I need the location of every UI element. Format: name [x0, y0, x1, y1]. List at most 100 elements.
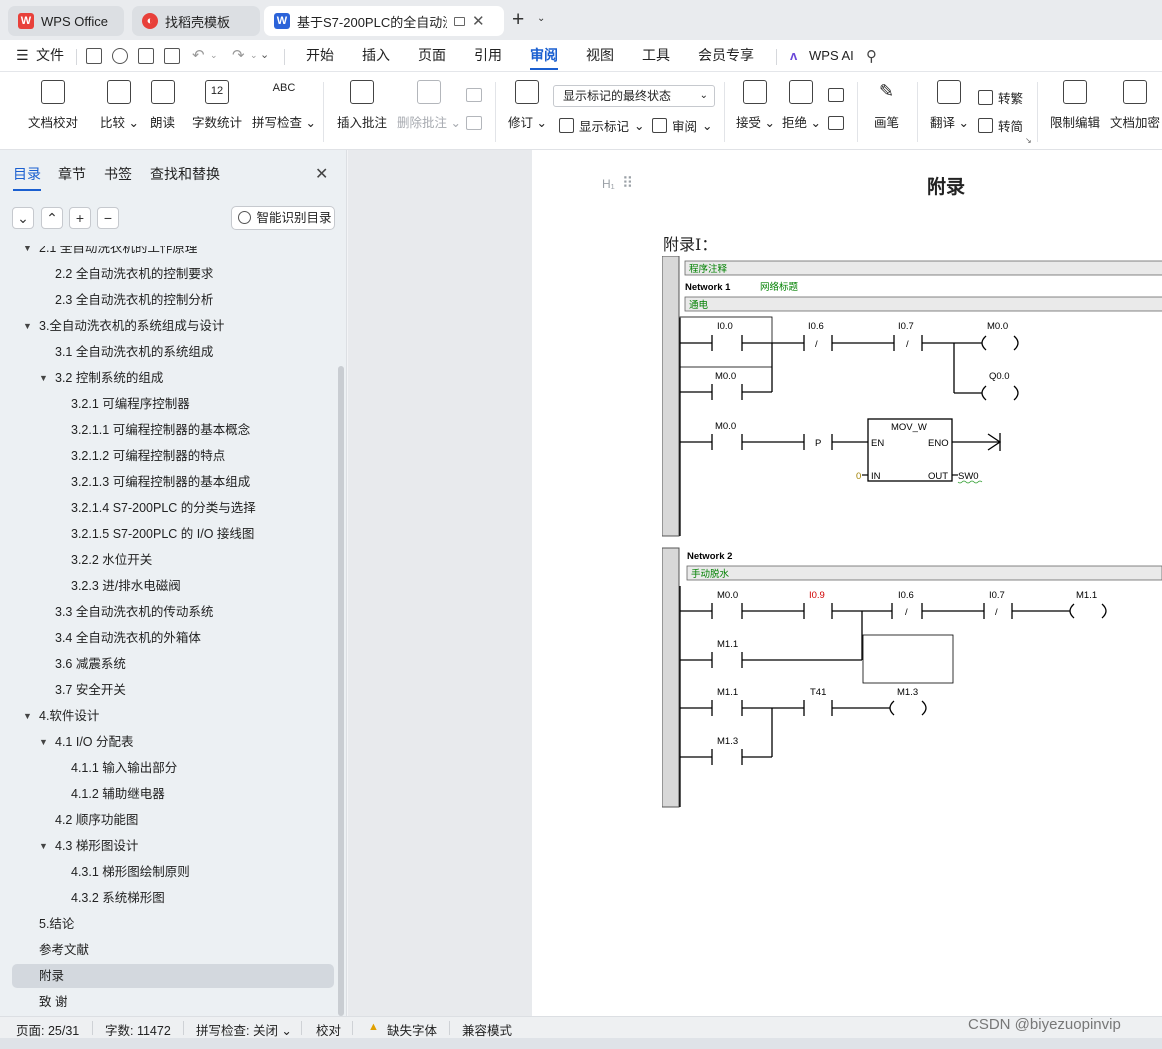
translate-button[interactable]: 翻译 ⌄: [930, 80, 969, 131]
print-preview-icon[interactable]: [164, 48, 180, 64]
spell-check-status[interactable]: 拼写检查: 关闭 ⌄: [196, 1020, 292, 1039]
toc-item[interactable]: 3.3 全自动洗衣机的传动系统: [12, 600, 334, 624]
toc-item[interactable]: 3.2.2 水位开关: [12, 548, 334, 572]
redo-icon[interactable]: ↷: [232, 46, 245, 64]
search-icon[interactable]: ⚲: [866, 47, 877, 65]
print-icon[interactable]: [138, 48, 154, 64]
to-traditional-button[interactable]: 转繁: [978, 88, 1023, 107]
delete-comment-button[interactable]: 删除批注 ⌄: [397, 80, 461, 131]
tab-document[interactable]: W 基于S7-200PLC的全自动洗衣 ✕: [264, 6, 504, 36]
toc-item[interactable]: 3.2.1.4 S7-200PLC 的分类与选择: [12, 496, 334, 520]
menu-insert[interactable]: 插入: [362, 40, 390, 72]
toc-item[interactable]: 致 谢: [12, 990, 334, 1014]
tab-list-chevron-icon[interactable]: ⌄: [537, 13, 545, 24]
word-count-button[interactable]: 12 字数统计: [192, 80, 242, 131]
tab-bookmark[interactable]: 书签: [104, 164, 132, 184]
remove-heading-icon[interactable]: −: [97, 207, 119, 229]
menu-member[interactable]: 会员专享: [698, 40, 754, 72]
undo-chevron-icon[interactable]: ⌄: [210, 50, 218, 61]
toc-item[interactable]: 4.2 顺序功能图: [12, 808, 334, 832]
share-icon[interactable]: [112, 48, 128, 64]
toc-item[interactable]: 4.1.1 输入输出部分: [12, 756, 334, 780]
word-count[interactable]: 字数: 11472: [105, 1020, 171, 1039]
toc-item[interactable]: ▼ 4.软件设计: [12, 704, 334, 728]
spell-check-button[interactable]: ABC 拼写检查 ⌄: [252, 80, 316, 131]
toc-item[interactable]: ▼ 2.1 全自动洗衣机的工作原理: [12, 246, 334, 260]
toc-item[interactable]: 3.7 安全开关: [12, 678, 334, 702]
toc-item[interactable]: 5.结论: [12, 912, 334, 936]
save-icon[interactable]: [86, 48, 102, 64]
toc-item[interactable]: 4.1.2 辅助继电器: [12, 782, 334, 806]
doc-proof-button[interactable]: 文档校对: [28, 80, 78, 131]
dialog-launcher-icon[interactable]: ↘: [1025, 136, 1032, 145]
toc-item[interactable]: 2.3 全自动洗衣机的控制分析: [12, 288, 334, 312]
tab-template[interactable]: ◐ 找稻壳模板: [132, 6, 260, 36]
menu-tools[interactable]: 工具: [642, 40, 670, 72]
tab-find-replace[interactable]: 查找和替换: [150, 164, 220, 184]
smart-toc-button[interactable]: 智能识别目录: [231, 206, 335, 230]
toc-item[interactable]: ▼ 4.1 I/O 分配表: [12, 730, 334, 754]
revise-button[interactable]: 修订 ⌄: [508, 80, 547, 131]
toc-expand-arrow-icon[interactable]: ▼: [39, 834, 48, 858]
next-comment-icon[interactable]: [466, 116, 482, 130]
toc-item[interactable]: 4.3.2 系统梯形图: [12, 886, 334, 910]
next-revision-icon[interactable]: [828, 116, 844, 130]
toc-item[interactable]: ▼ 3.全自动洗衣机的系统组成与设计: [12, 314, 334, 338]
toc-item[interactable]: 4.3.1 梯形图绘制原则: [12, 860, 334, 884]
menu-review[interactable]: 审阅: [530, 40, 558, 72]
toc-item[interactable]: 3.4 全自动洗衣机的外箱体: [12, 626, 334, 650]
toc-item[interactable]: 3.2.3 进/排水电磁阀: [12, 574, 334, 598]
show-markup-button[interactable]: 显示标记 ⌄: [559, 116, 645, 135]
compare-button[interactable]: 比较 ⌄: [100, 80, 139, 131]
menu-page[interactable]: 页面: [418, 40, 446, 72]
tab-wps-office[interactable]: W WPS Office: [8, 6, 124, 36]
toc-expand-arrow-icon[interactable]: ▼: [23, 246, 32, 260]
toc-expand-arrow-icon[interactable]: ▼: [23, 314, 32, 338]
toc-item[interactable]: ▼ 3.2 控制系统的组成: [12, 366, 334, 390]
toc-item[interactable]: 3.1 全自动洗衣机的系统组成: [12, 340, 334, 364]
menu-wps-ai[interactable]: WPS AI: [809, 40, 854, 72]
proof-status[interactable]: 校对: [316, 1020, 341, 1039]
toc-item[interactable]: ▼ 4.3 梯形图设计: [12, 834, 334, 858]
tab-chapter[interactable]: 章节: [58, 164, 86, 184]
missing-font-status[interactable]: 缺失字体: [387, 1020, 437, 1039]
expand-down-icon[interactable]: ⌄: [12, 207, 34, 229]
prev-revision-icon[interactable]: [828, 88, 844, 102]
toc-item[interactable]: 3.6 减震系统: [12, 652, 334, 676]
prev-comment-icon[interactable]: [466, 88, 482, 102]
menu-view[interactable]: 视图: [586, 40, 614, 72]
monitor-icon[interactable]: [454, 16, 465, 26]
collapse-up-icon[interactable]: ⌃: [41, 207, 63, 229]
toc-expand-arrow-icon[interactable]: ▼: [39, 730, 48, 754]
to-simplified-button[interactable]: 转简: [978, 116, 1023, 135]
toc-expand-arrow-icon[interactable]: ▼: [39, 366, 48, 390]
toc-item[interactable]: 附录: [12, 964, 334, 988]
toc-item[interactable]: 3.2.1.1 可编程控制器的基本概念: [12, 418, 334, 442]
redo-chevron-icon[interactable]: ⌄: [250, 50, 258, 61]
new-tab-icon[interactable]: +: [512, 8, 524, 32]
toc-item[interactable]: 3.2.1 可编程序控制器: [12, 392, 334, 416]
close-pane-icon[interactable]: ✕: [315, 164, 328, 184]
more-chevron-icon[interactable]: ⌄: [260, 48, 269, 61]
reject-button[interactable]: 拒绝 ⌄: [782, 80, 821, 131]
toc-item[interactable]: 2.2 全自动洗衣机的控制要求: [12, 262, 334, 286]
doc-encrypt-button[interactable]: 文档加密: [1110, 80, 1160, 131]
drag-handle-icon[interactable]: ⠿: [622, 174, 633, 192]
toc-item[interactable]: 参考文献: [12, 938, 334, 962]
toc-expand-arrow-icon[interactable]: ▼: [23, 704, 32, 728]
add-heading-icon[interactable]: +: [69, 207, 91, 229]
insert-comment-button[interactable]: 插入批注: [337, 80, 387, 131]
toc-item[interactable]: 3.2.1.5 S7-200PLC 的 I/O 接线图: [12, 522, 334, 546]
menu-file[interactable]: 文件: [36, 40, 64, 72]
menu-start[interactable]: 开始: [306, 40, 334, 72]
hamburger-icon[interactable]: ☰: [16, 47, 29, 64]
review-pane-button[interactable]: 审阅 ⌄: [652, 116, 713, 135]
toc-scrollbar[interactable]: [338, 366, 344, 1016]
restrict-edit-button[interactable]: 限制编辑: [1050, 80, 1100, 131]
menu-reference[interactable]: 引用: [474, 40, 502, 72]
markup-state-select[interactable]: 显示标记的最终状态 ⌄: [553, 85, 715, 107]
close-tab-icon[interactable]: ✕: [472, 12, 485, 30]
toc-item[interactable]: 3.2.1.2 可编程控制器的特点: [12, 444, 334, 468]
tab-toc[interactable]: 目录: [13, 164, 41, 191]
accept-button[interactable]: 接受 ⌄: [736, 80, 775, 131]
